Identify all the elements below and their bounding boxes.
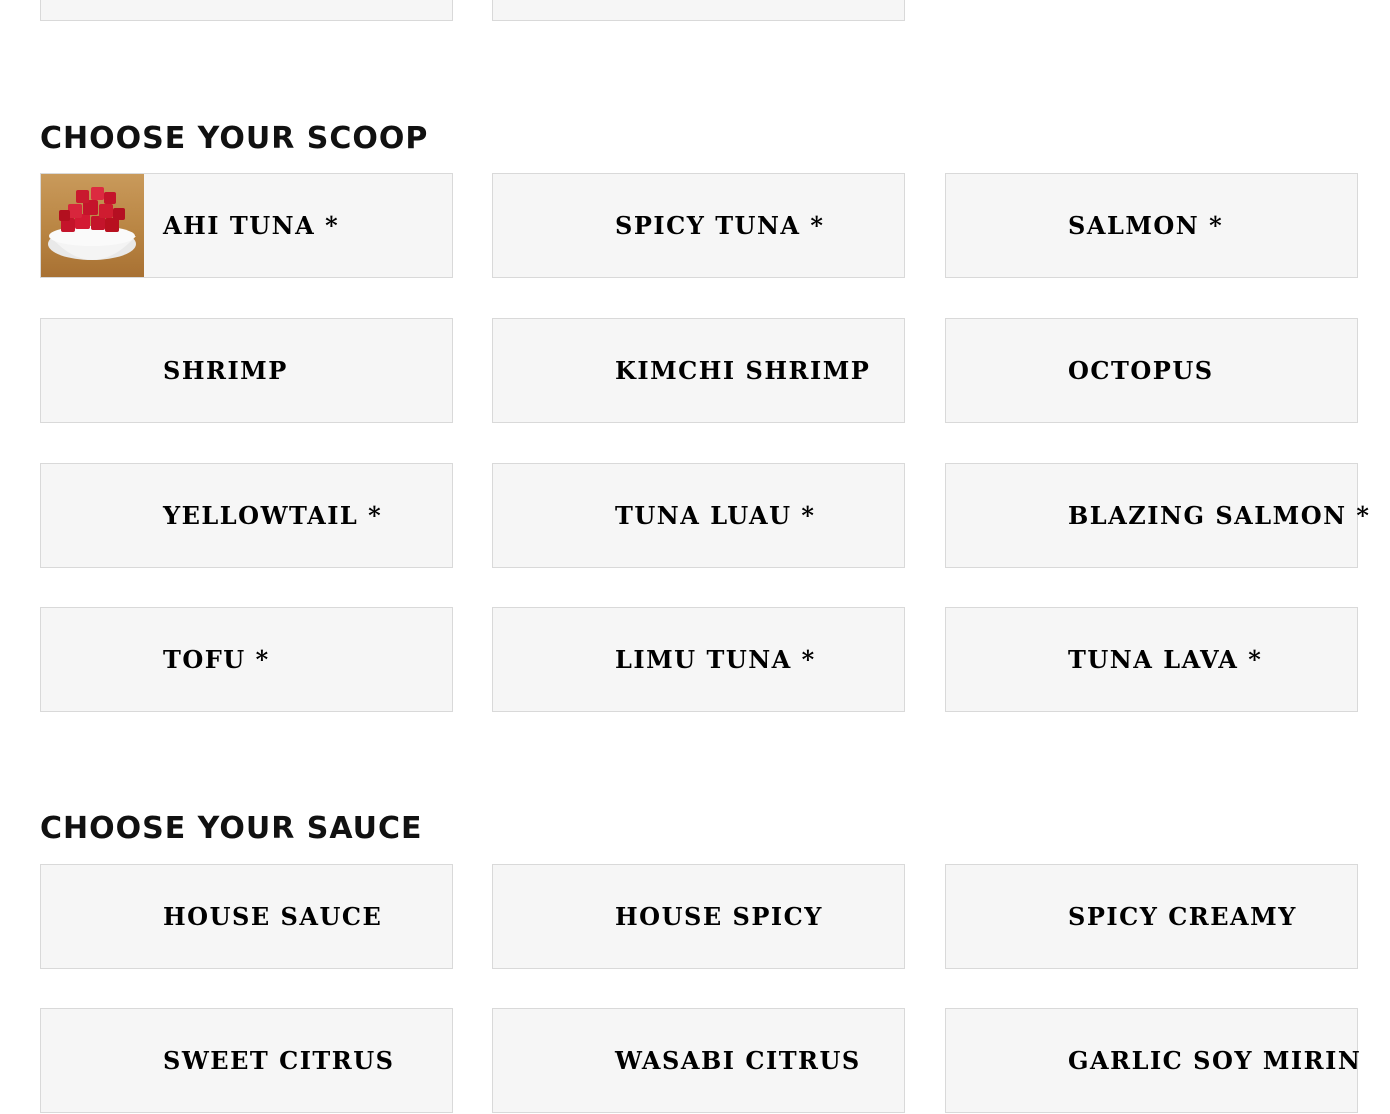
scoop-option-spicy-tuna[interactable]: Spicy Tuna * (492, 173, 905, 278)
sauce-option-spicy-creamy[interactable]: Spicy Creamy (945, 864, 1358, 969)
scoop-option-kimchi-shrimp[interactable]: Kimchi Shrimp (492, 318, 905, 423)
scoop-section-title: Choose Your Scoop (40, 121, 429, 156)
scoop-option-octopus[interactable]: Octopus (945, 318, 1358, 423)
sauce-option-label: Sweet Citrus (163, 1046, 395, 1075)
scoop-option-shrimp[interactable]: Shrimp (40, 318, 453, 423)
sauce-option-wasabi-citrus[interactable]: Wasabi Citrus (492, 1008, 905, 1113)
sauce-option-house-sauce[interactable]: House Sauce (40, 864, 453, 969)
sauce-option-label: House Sauce (163, 902, 383, 931)
scoop-option-tofu[interactable]: Tofu * (40, 607, 453, 712)
scoop-option-label: Blazing Salmon * (1068, 501, 1371, 530)
scoop-option-tuna-luau[interactable]: Tuna Luau * (492, 463, 905, 568)
scoop-option-label: Spicy Tuna * (615, 211, 825, 240)
scoop-option-yellowtail[interactable]: Yellowtail * (40, 463, 453, 568)
sauce-option-garlic-soy-mirin[interactable]: Garlic Soy Mirin (945, 1008, 1362, 1113)
scoop-option-label: Ahi Tuna * (163, 211, 340, 240)
ahi-tuna-image (41, 174, 144, 277)
scoop-option-ahi-tuna[interactable]: Ahi Tuna * (40, 173, 453, 278)
sauce-section-title: Choose Your Sauce (40, 811, 423, 846)
sauce-option-label: Garlic Soy Mirin (1068, 1046, 1362, 1075)
sauce-option-label: House Spicy (615, 902, 823, 931)
scoop-option-limu-tuna[interactable]: Limu Tuna * (492, 607, 905, 712)
scoop-option-tuna-lava[interactable]: Tuna Lava * (945, 607, 1358, 712)
scoop-option-label: Tuna Lava * (1068, 645, 1263, 674)
scoop-option-label: Tofu * (163, 645, 270, 674)
scoop-option-label: Salmon * (1068, 211, 1224, 240)
scoop-option-blazing-salmon[interactable]: Blazing Salmon * (945, 463, 1369, 568)
scoop-option-label: Limu Tuna * (615, 645, 816, 674)
scoop-option-label: Octopus (1068, 356, 1214, 385)
scoop-option-label: Shrimp (163, 356, 288, 385)
sauce-option-label: Spicy Creamy (1068, 902, 1297, 931)
previous-section-card[interactable] (40, 0, 453, 21)
sauce-option-label: Wasabi Citrus (615, 1046, 861, 1075)
previous-section-card[interactable] (492, 0, 905, 21)
sauce-option-house-spicy[interactable]: House Spicy (492, 864, 905, 969)
scoop-option-salmon[interactable]: Salmon * (945, 173, 1358, 278)
sauce-option-sweet-citrus[interactable]: Sweet Citrus (40, 1008, 453, 1113)
scoop-option-label: Yellowtail * (163, 501, 383, 530)
scoop-option-label: Tuna Luau * (615, 501, 816, 530)
scoop-option-label: Kimchi Shrimp (615, 356, 871, 385)
